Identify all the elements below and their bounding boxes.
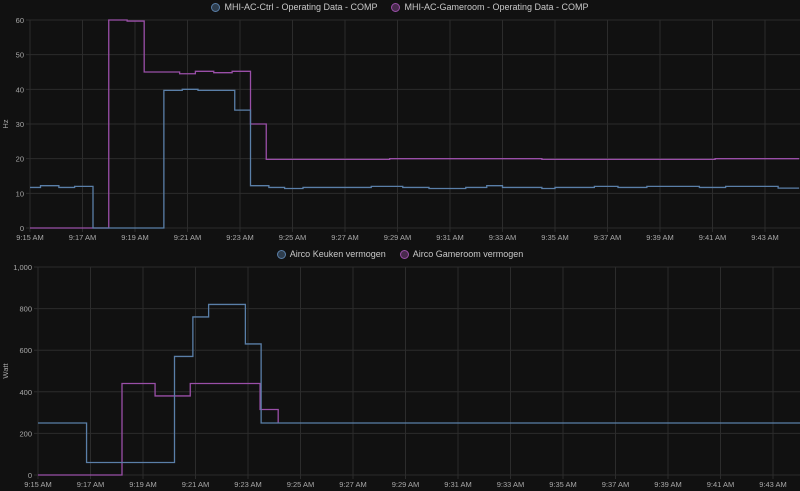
x-tick-label: 9:43 AM xyxy=(759,480,787,489)
x-tick-label: 9:33 AM xyxy=(489,233,517,242)
x-tick-label: 9:31 AM xyxy=(436,233,464,242)
x-tick-label: 9:23 AM xyxy=(234,480,262,489)
x-tick-label: 9:21 AM xyxy=(182,480,210,489)
y-tick-label: 200 xyxy=(19,429,32,438)
x-tick-label: 9:39 AM xyxy=(654,480,682,489)
y-tick-label: 60 xyxy=(16,16,24,25)
x-tick-label: 9:27 AM xyxy=(331,233,359,242)
x-tick-label: 9:39 AM xyxy=(646,233,674,242)
x-tick-label: 9:31 AM xyxy=(444,480,472,489)
x-tick-label: 9:35 AM xyxy=(549,480,577,489)
x-tick-label: 9:29 AM xyxy=(384,233,412,242)
y-tick-label: 0 xyxy=(28,471,32,480)
y-tick-label: 20 xyxy=(16,155,24,164)
x-tick-label: 9:17 AM xyxy=(69,233,97,242)
chart-power: 0 200 400 600 800 1,000 9:15 AM 9:17 AM 9:19 AM 9… xyxy=(1,263,800,489)
x-tick-label: 9:33 AM xyxy=(497,480,525,489)
x-tick-label: 9:43 AM xyxy=(751,233,779,242)
x-tick-label: 9:17 AM xyxy=(77,480,105,489)
x-tick-label: 9:25 AM xyxy=(279,233,307,242)
x-tick-label: 9:27 AM xyxy=(339,480,367,489)
x-tick-label: 9:23 AM xyxy=(226,233,254,242)
chart-compressor-frequency: 0 10 20 30 40 50 60 9:15 AM 9:17 AM 9:19 AM 9:21 A… xyxy=(1,16,800,242)
y-tick-label: 800 xyxy=(19,305,32,314)
x-tick-label: 9:15 AM xyxy=(24,480,52,489)
x-tick-label: 9:41 AM xyxy=(699,233,727,242)
x-tick-label: 9:41 AM xyxy=(707,480,735,489)
x-tick-label: 9:25 AM xyxy=(287,480,315,489)
y-tick-label: 0 xyxy=(20,224,24,233)
y-axis-label: Hz xyxy=(1,119,10,128)
x-tick-label: 9:29 AM xyxy=(392,480,420,489)
x-tick-label: 9:19 AM xyxy=(129,480,157,489)
y-tick-label: 50 xyxy=(16,51,24,60)
x-tick-label: 9:15 AM xyxy=(16,233,44,242)
y-tick-label: 400 xyxy=(19,388,32,397)
x-tick-label: 9:37 AM xyxy=(602,480,630,489)
series-line-1 xyxy=(38,382,279,476)
y-tick-label: 600 xyxy=(19,346,32,355)
y-axis-label: Watt xyxy=(1,363,10,379)
x-tick-label: 9:19 AM xyxy=(121,233,149,242)
x-tick-label: 9:35 AM xyxy=(541,233,569,242)
x-tick-label: 9:21 AM xyxy=(174,233,202,242)
y-tick-label: 40 xyxy=(16,85,24,94)
y-tick-label: 1,000 xyxy=(13,263,32,272)
y-tick-label: 10 xyxy=(16,189,24,198)
y-tick-label: 30 xyxy=(16,120,24,129)
x-tick-label: 9:37 AM xyxy=(594,233,622,242)
